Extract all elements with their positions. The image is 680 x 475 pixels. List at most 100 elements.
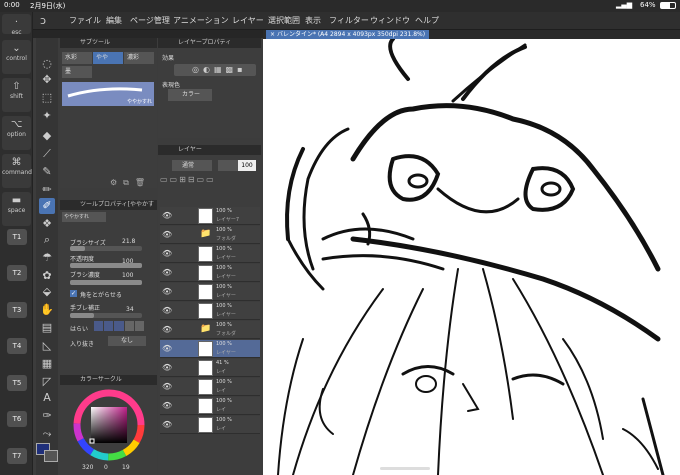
harai-option[interactable] bbox=[114, 321, 124, 331]
visibility-eye-icon[interactable]: 👁 bbox=[162, 287, 172, 296]
layer-row[interactable]: 👁 41 % レイ bbox=[160, 359, 260, 377]
subtool-yaya-button[interactable]: やや bbox=[93, 52, 123, 64]
opacity-slider-bar[interactable] bbox=[218, 160, 238, 171]
magic-wand-icon[interactable]: ✦ bbox=[39, 108, 55, 124]
visibility-eye-icon[interactable]: 👁 bbox=[162, 325, 172, 334]
quick-t4-button[interactable]: T4 bbox=[7, 338, 27, 354]
density-slider[interactable] bbox=[70, 280, 142, 285]
ruler-icon[interactable]: ◸ bbox=[39, 374, 55, 390]
menu-selection[interactable]: 選択範囲 bbox=[268, 15, 300, 26]
opacity-slider[interactable] bbox=[70, 263, 142, 268]
move-icon[interactable]: ✥ bbox=[39, 72, 55, 88]
menu-help[interactable]: ヘルプ bbox=[415, 15, 439, 26]
layer-row[interactable]: 👁 100 % レイ bbox=[160, 397, 260, 415]
option-button[interactable]: ⌥ option bbox=[2, 116, 31, 150]
harai-selector[interactable] bbox=[94, 321, 145, 331]
visibility-eye-icon[interactable]: 👁 bbox=[162, 382, 172, 391]
brush-size-slider[interactable] bbox=[70, 246, 142, 251]
fill-icon[interactable]: ⬙ bbox=[39, 284, 55, 300]
layer-row[interactable]: 👁 100 % レイ bbox=[160, 416, 260, 434]
layer-row[interactable]: 👁 100 % レイヤー bbox=[160, 283, 260, 301]
stabilize-slider[interactable] bbox=[70, 313, 142, 318]
harai-option[interactable] bbox=[124, 321, 134, 331]
visibility-eye-icon[interactable]: 👁 bbox=[162, 268, 172, 277]
figure-icon[interactable]: ◺ bbox=[39, 338, 55, 354]
drawing-canvas[interactable] bbox=[263, 37, 680, 475]
layer-opacity-input[interactable]: 100 bbox=[238, 160, 256, 171]
layer-folder-row[interactable]: 👁 📁 100 % フォルダ bbox=[160, 321, 260, 339]
canvas-tab[interactable]: × バレンタイン* (A4 2894 x 4093px 350dpi 231.8… bbox=[266, 30, 430, 39]
effect-buttons[interactable]: ◎◐▦▩▪ bbox=[174, 64, 256, 76]
airbrush-icon[interactable]: ❖ bbox=[39, 216, 55, 232]
layer-row[interactable]: 👁 100 % レイヤー7 bbox=[160, 207, 260, 225]
pencil-icon[interactable]: ✏ bbox=[39, 182, 55, 198]
hand-icon[interactable]: ✋ bbox=[39, 302, 55, 318]
layer-row[interactable]: 👁 100 % レイヤー bbox=[160, 302, 260, 320]
quick-t3-button[interactable]: T3 bbox=[7, 302, 27, 318]
eyedropper-icon[interactable]: ⟋ bbox=[39, 146, 55, 162]
layer-row[interactable]: 👁 100 % レイヤー bbox=[160, 264, 260, 282]
menu-window[interactable]: ウィンドウ bbox=[370, 15, 410, 26]
zoom-icon[interactable]: ⌕ bbox=[39, 232, 55, 248]
visibility-eye-icon[interactable]: 👁 bbox=[162, 249, 172, 258]
subtool-header: サブツール bbox=[60, 38, 157, 48]
expression-select[interactable]: カラー bbox=[168, 89, 212, 101]
menu-layer[interactable]: レイヤー bbox=[232, 15, 264, 26]
decoration-icon[interactable]: ✿ bbox=[39, 268, 55, 284]
quick-t1-button[interactable]: T1 bbox=[7, 229, 27, 245]
harai-option[interactable] bbox=[134, 321, 145, 331]
visibility-eye-icon[interactable]: 👁 bbox=[162, 306, 172, 315]
esc-button[interactable]: · esc bbox=[2, 14, 31, 36]
gradient-icon[interactable]: ▤ bbox=[39, 320, 55, 336]
layer-row[interactable]: 👁 100 % レイ bbox=[160, 378, 260, 396]
visibility-eye-icon[interactable]: 👁 bbox=[162, 230, 172, 239]
brush-preview[interactable]: ややかすれ bbox=[62, 82, 154, 106]
harai-option[interactable] bbox=[104, 321, 114, 331]
visibility-eye-icon[interactable]: 👁 bbox=[162, 344, 172, 353]
subtool-watercolor-button[interactable]: 水彩 bbox=[62, 52, 92, 64]
quick-t6-button[interactable]: T6 bbox=[7, 411, 27, 427]
blend-icon[interactable]: ☂ bbox=[39, 250, 55, 266]
command-bar bbox=[33, 30, 263, 38]
select-icon[interactable]: ⬚ bbox=[39, 90, 55, 106]
text-icon[interactable]: A bbox=[39, 390, 55, 406]
quick-t5-button[interactable]: T5 bbox=[7, 375, 27, 391]
visibility-eye-icon[interactable]: 👁 bbox=[162, 211, 172, 220]
balloon-icon[interactable]: ✑ bbox=[39, 408, 55, 424]
menu-page[interactable]: ページ管理 bbox=[130, 15, 170, 26]
correction-icon[interactable]: ⤳ bbox=[39, 426, 55, 442]
lasso-icon[interactable]: ◌ bbox=[39, 56, 55, 72]
quick-t2-button[interactable]: T2 bbox=[7, 265, 27, 281]
sharpen-checkbox[interactable]: ✓ bbox=[70, 290, 77, 297]
brush-icon[interactable]: ✐ bbox=[39, 198, 55, 214]
quick-t7-button[interactable]: T7 bbox=[7, 448, 27, 464]
frame-icon[interactable]: ▦ bbox=[39, 356, 55, 372]
shift-button[interactable]: ⇧ shift bbox=[2, 78, 31, 112]
layer-row[interactable]: 👁 100 % レイヤー bbox=[160, 245, 260, 263]
app-logo-icon[interactable]: ↄ bbox=[40, 14, 46, 27]
menu-view[interactable]: 表示 bbox=[305, 15, 321, 26]
entry-select[interactable]: なし bbox=[108, 336, 146, 346]
layer-folder-row[interactable]: 👁 📁 100 % フォルダ bbox=[160, 226, 260, 244]
layer-toolbar[interactable]: ▭▭⊞⊟▭▭ bbox=[160, 175, 258, 187]
layer-row[interactable]: 👁 100 % レイヤー bbox=[160, 340, 260, 358]
blend-mode-select[interactable]: 通常 bbox=[172, 160, 212, 171]
space-button[interactable]: ▬ space bbox=[2, 192, 31, 226]
command-button[interactable]: ⌘ command bbox=[2, 154, 32, 188]
pen-icon[interactable]: ✎ bbox=[39, 164, 55, 180]
sub-color-swatch[interactable] bbox=[44, 450, 58, 462]
subtool-footer-icons[interactable]: ⚙⧉🗑 bbox=[110, 178, 151, 188]
menu-filter[interactable]: フィルター bbox=[329, 15, 369, 26]
eraser-icon[interactable]: ◆ bbox=[39, 128, 55, 144]
menu-edit[interactable]: 編集 bbox=[106, 15, 122, 26]
visibility-eye-icon[interactable]: 👁 bbox=[162, 363, 172, 372]
control-button[interactable]: ⌄ control bbox=[2, 40, 31, 74]
harai-option[interactable] bbox=[94, 321, 104, 331]
subtool-ink-button[interactable]: 墨 bbox=[62, 66, 92, 78]
color-wheel[interactable] bbox=[70, 389, 148, 461]
visibility-eye-icon[interactable]: 👁 bbox=[162, 401, 172, 410]
menu-file[interactable]: ファイル bbox=[69, 15, 101, 26]
visibility-eye-icon[interactable]: 👁 bbox=[162, 420, 172, 429]
menu-animation[interactable]: アニメーション bbox=[173, 15, 229, 26]
subtool-dense-button[interactable]: 濃彩 bbox=[124, 52, 154, 64]
